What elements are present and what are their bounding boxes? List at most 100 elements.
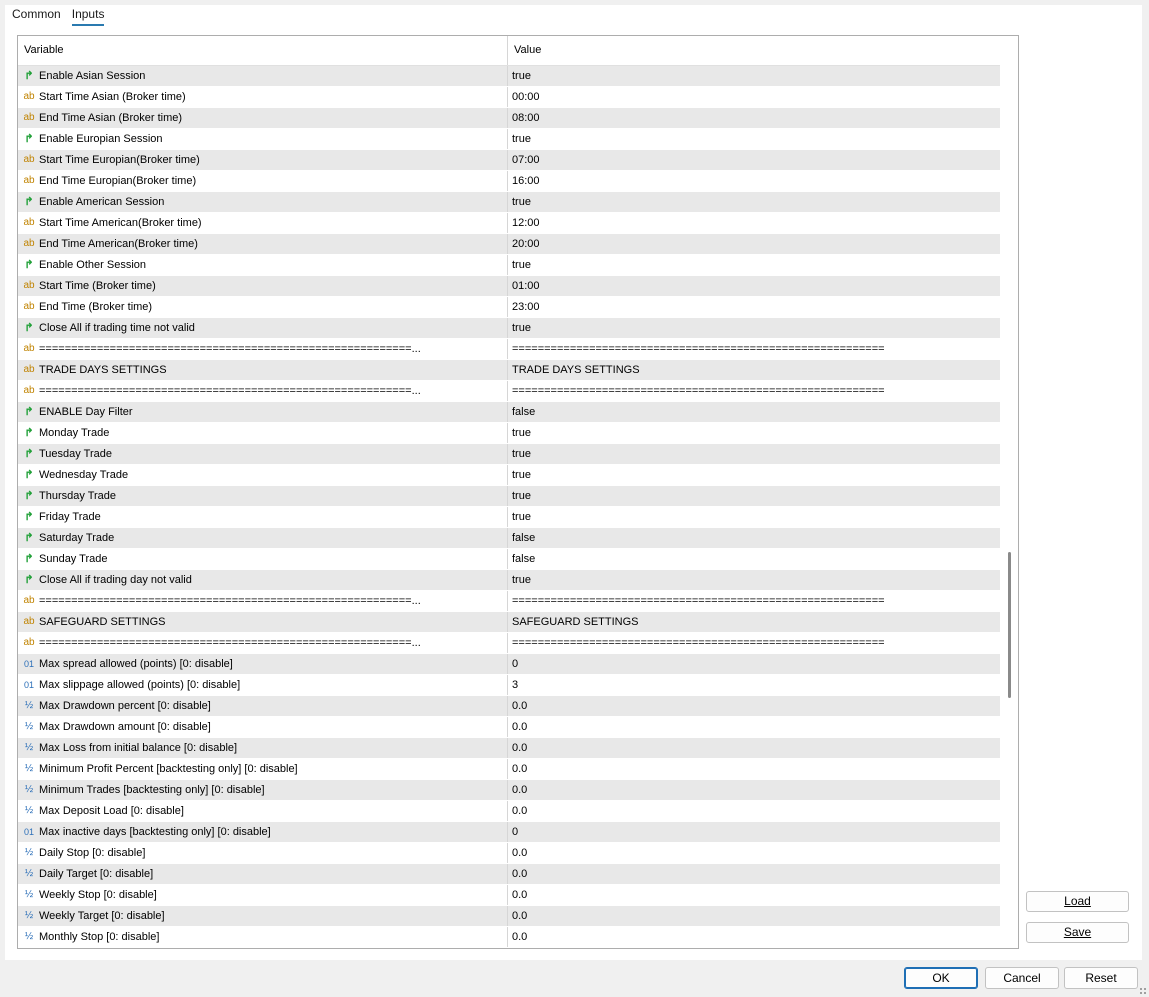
value-cell[interactable]: 0.0 [508, 927, 1000, 947]
value-cell[interactable]: 0.0 [508, 759, 1000, 779]
variable-cell[interactable]: ↱ Sunday Trade [18, 549, 508, 569]
value-cell[interactable]: 0.0 [508, 780, 1000, 800]
table-row[interactable]: ↱ ENABLE Day Filter false [18, 402, 1000, 423]
value-cell[interactable]: ========================================… [508, 591, 1000, 611]
table-row[interactable]: ½ Daily Stop [0: disable] 0.0 [18, 843, 1000, 864]
value-cell[interactable]: 0.0 [508, 906, 1000, 926]
variable-cell[interactable]: ½Monthly Target [0: disable] [18, 948, 508, 949]
variable-cell[interactable]: ab ======================================… [18, 591, 508, 611]
table-row[interactable]: ↱ Enable Asian Session true [18, 66, 1000, 87]
variable-cell[interactable]: ½ Daily Target [0: disable] [18, 864, 508, 884]
value-cell[interactable]: true [508, 318, 1000, 338]
variable-cell[interactable]: ab ======================================… [18, 633, 508, 653]
table-row[interactable]: ½ Monthly Stop [0: disable] 0.0 [18, 927, 1000, 948]
variable-cell[interactable]: ½ Max Drawdown amount [0: disable] [18, 717, 508, 737]
value-cell[interactable]: true [508, 465, 1000, 485]
table-row[interactable]: ab End Time (Broker time) 23:00 [18, 297, 1000, 318]
variable-cell[interactable]: ↱ Thursday Trade [18, 486, 508, 506]
resize-grip-icon[interactable] [1139, 987, 1147, 995]
value-cell[interactable]: 12:00 [508, 213, 1000, 233]
table-row[interactable]: ab Start Time American(Broker time) 12:00 [18, 213, 1000, 234]
value-cell[interactable]: 0.0 [508, 696, 1000, 716]
load-button[interactable]: Load [1026, 891, 1129, 912]
variable-cell[interactable]: ↱ Enable Asian Session [18, 66, 508, 86]
table-row[interactable]: ½ Max Drawdown percent [0: disable] 0.0 [18, 696, 1000, 717]
vertical-scrollbar[interactable] [1002, 36, 1018, 948]
value-cell[interactable]: true [508, 129, 1000, 149]
save-button[interactable]: Save [1026, 922, 1129, 943]
variable-cell[interactable]: ½ Monthly Stop [0: disable] [18, 927, 508, 947]
variable-cell[interactable]: ½ Daily Stop [0: disable] [18, 843, 508, 863]
reset-button[interactable]: Reset [1064, 967, 1138, 989]
table-row[interactable]: ↱ Enable American Session true [18, 192, 1000, 213]
variable-cell[interactable]: ab End Time (Broker time) [18, 297, 508, 317]
value-cell[interactable]: true [508, 444, 1000, 464]
variable-cell[interactable]: ab Start Time (Broker time) [18, 276, 508, 296]
tab-common[interactable]: Common [12, 7, 61, 24]
variable-cell[interactable]: 01 Max slippage allowed (points) [0: disa… [18, 675, 508, 695]
variable-cell[interactable]: ab SAFEGUARD SETTINGS [18, 612, 508, 632]
variable-cell[interactable]: ½ Minimum Profit Percent [backtesting onl… [18, 759, 508, 779]
table-row[interactable]: ab ======================================… [18, 339, 1000, 360]
table-row[interactable]: ↱ Tuesday Trade true [18, 444, 1000, 465]
value-cell[interactable]: false [508, 528, 1000, 548]
variable-cell[interactable]: ↱ Friday Trade [18, 507, 508, 527]
table-row[interactable]: 01 Max inactive days [backtesting only] [… [18, 822, 1000, 843]
variable-cell[interactable]: ½ Max Deposit Load [0: disable] [18, 801, 508, 821]
table-row[interactable]: ab Start Time Europian(Broker time) 07:00 [18, 150, 1000, 171]
value-cell[interactable]: true [508, 507, 1000, 527]
value-cell[interactable]: 0.0 [508, 843, 1000, 863]
variable-cell[interactable]: ↱ Close All if trading day not valid [18, 570, 508, 590]
value-cell[interactable]: 0.0 [508, 717, 1000, 737]
table-row[interactable]: ½ Max Loss from initial balance [0: disab… [18, 738, 1000, 759]
table-row[interactable]: ↱ Wednesday Trade true [18, 465, 1000, 486]
variable-cell[interactable]: ↱ Enable Europian Session [18, 129, 508, 149]
variable-cell[interactable]: ab End Time Europian(Broker time) [18, 171, 508, 191]
variable-cell[interactable]: ab ======================================… [18, 339, 508, 359]
table-row[interactable]: ab ======================================… [18, 591, 1000, 612]
table-row[interactable]: ↱ Enable Europian Session true [18, 129, 1000, 150]
table-row[interactable]: ½ Minimum Profit Percent [backtesting onl… [18, 759, 1000, 780]
table-row[interactable]: ↱ Close All if trading day not valid true [18, 570, 1000, 591]
value-cell[interactable]: 0.0 [508, 948, 1000, 949]
value-cell[interactable]: 3 [508, 675, 1000, 695]
cancel-button[interactable]: Cancel [985, 967, 1059, 989]
table-row[interactable]: ↱ Saturday Trade false [18, 528, 1000, 549]
table-row[interactable]: ↱ Friday Trade true [18, 507, 1000, 528]
value-cell[interactable]: true [508, 192, 1000, 212]
value-cell[interactable]: true [508, 486, 1000, 506]
scrollbar-thumb[interactable] [1008, 552, 1011, 698]
value-cell[interactable]: 01:00 [508, 276, 1000, 296]
variable-cell[interactable]: ½ Minimum Trades [backtesting only] [0: d… [18, 780, 508, 800]
table-row[interactable]: ↱ Close All if trading time not valid true [18, 318, 1000, 339]
variable-cell[interactable]: ab End Time Asian (Broker time) [18, 108, 508, 128]
table-row[interactable]: ½ Minimum Trades [backtesting only] [0: d… [18, 780, 1000, 801]
value-cell[interactable]: 07:00 [508, 150, 1000, 170]
table-row[interactable]: ab Start Time (Broker time) 01:00 [18, 276, 1000, 297]
variable-cell[interactable]: ↱ Monday Trade [18, 423, 508, 443]
value-cell[interactable]: true [508, 66, 1000, 86]
value-cell[interactable]: ========================================… [508, 339, 1000, 359]
value-cell[interactable]: 0.0 [508, 864, 1000, 884]
value-cell[interactable]: SAFEGUARD SETTINGS [508, 612, 1000, 632]
variable-cell[interactable]: ab Start Time Asian (Broker time) [18, 87, 508, 107]
value-cell[interactable]: 0.0 [508, 738, 1000, 758]
variable-cell[interactable]: ½ Weekly Target [0: disable] [18, 906, 508, 926]
table-row[interactable]: ↱ Thursday Trade true [18, 486, 1000, 507]
value-cell[interactable]: 20:00 [508, 234, 1000, 254]
table-row[interactable]: ab Start Time Asian (Broker time) 00:00 [18, 87, 1000, 108]
variable-cell[interactable]: 01 Max inactive days [backtesting only] [… [18, 822, 508, 842]
table-row[interactable]: ↱ Sunday Trade false [18, 549, 1000, 570]
value-cell[interactable]: ========================================… [508, 381, 1000, 401]
variable-cell[interactable]: ↱ ENABLE Day Filter [18, 402, 508, 422]
column-header-variable[interactable]: Variable [18, 36, 508, 65]
value-cell[interactable]: false [508, 549, 1000, 569]
table-row[interactable]: ↱ Monday Trade true [18, 423, 1000, 444]
variable-cell[interactable]: ab End Time American(Broker time) [18, 234, 508, 254]
variable-cell[interactable]: ↱ Enable American Session [18, 192, 508, 212]
value-cell[interactable]: ========================================… [508, 633, 1000, 653]
variable-cell[interactable]: ↱ Enable Other Session [18, 255, 508, 275]
value-cell[interactable]: 0.0 [508, 801, 1000, 821]
variable-cell[interactable]: ab Start Time American(Broker time) [18, 213, 508, 233]
variable-cell[interactable]: ↱ Tuesday Trade [18, 444, 508, 464]
